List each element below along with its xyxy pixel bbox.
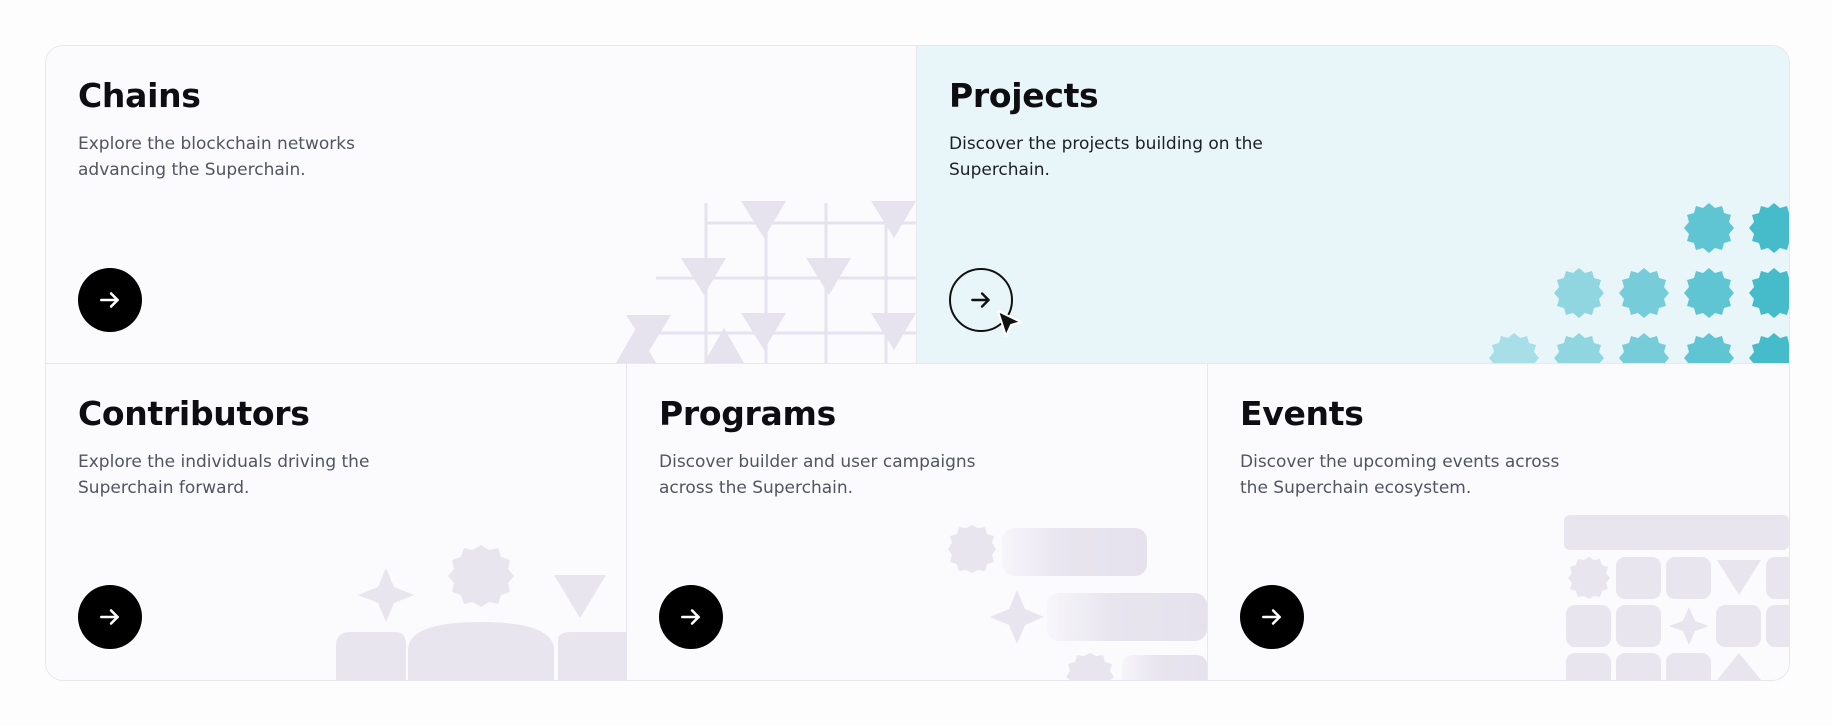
arrow-right-icon — [681, 609, 700, 625]
stack-pattern-decoration — [948, 525, 1207, 680]
people-pattern-decoration — [336, 545, 626, 680]
card-description: Discover the upcoming events across the … — [1240, 452, 1560, 498]
card-title: Programs — [659, 394, 836, 433]
arrow-right-icon — [1262, 609, 1281, 625]
chains-card[interactable]: Chains Explore the blockchain networks a… — [46, 46, 917, 363]
card-description: Discover builder and user campaigns acro… — [659, 452, 976, 498]
programs-card[interactable]: Programs Discover builder and user campa… — [627, 363, 1208, 680]
card-title: Chains — [78, 76, 201, 115]
projects-card[interactable]: Projects Discover the projects building … — [917, 46, 1789, 363]
badge-pattern-decoration — [1489, 203, 1789, 363]
events-card[interactable]: Events Discover the upcoming events acro… — [1208, 363, 1789, 680]
card-description: Explore the individuals driving the Supe… — [78, 452, 370, 498]
events-arrow-button[interactable] — [1240, 585, 1304, 649]
programs-arrow-button[interactable] — [659, 585, 723, 649]
calendar-pattern-decoration — [1564, 515, 1789, 680]
arrow-right-icon — [100, 292, 119, 308]
card-title: Events — [1240, 394, 1364, 433]
chains-arrow-button[interactable] — [78, 268, 142, 332]
card-title: Contributors — [78, 394, 310, 433]
mouse-pointer-icon — [997, 310, 1022, 337]
card-title: Projects — [949, 76, 1099, 115]
contributors-card[interactable]: Contributors Explore the individuals dri… — [46, 363, 627, 680]
explore-grid: Chains Explore the blockchain networks a… — [45, 45, 1790, 681]
contributors-arrow-button[interactable] — [78, 585, 142, 649]
card-description: Discover the projects building on the Su… — [949, 134, 1263, 180]
arrow-right-icon — [971, 292, 990, 308]
card-description: Explore the blockchain networks advancin… — [78, 134, 355, 180]
triangle-pattern-decoration — [616, 201, 916, 363]
arrow-right-icon — [100, 609, 119, 625]
